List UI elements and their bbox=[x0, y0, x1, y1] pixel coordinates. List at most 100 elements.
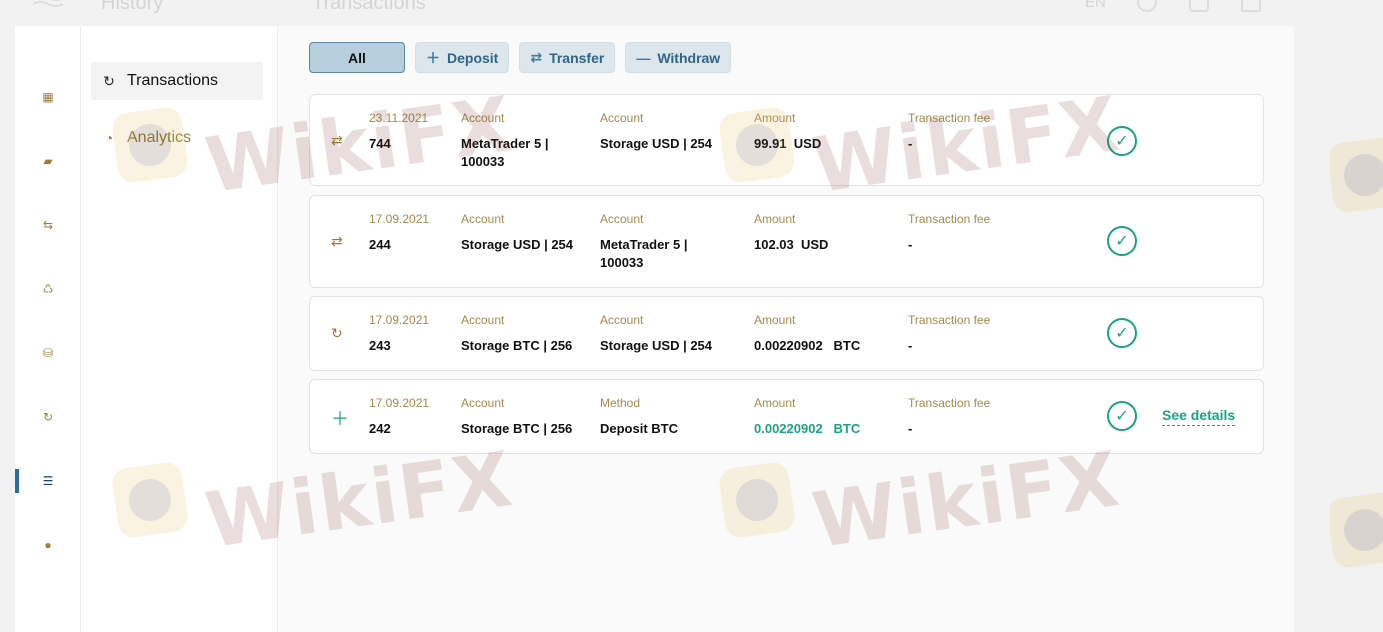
filter-label: Transfer bbox=[549, 49, 605, 66]
recycle-icon: ♺ bbox=[42, 282, 54, 296]
transaction-id: 242 bbox=[369, 421, 391, 436]
transaction-card[interactable]: ⇄ 23.11.2021 744 Account MetaTrader 5 | … bbox=[309, 94, 1264, 186]
dashboard-icon: ▦ bbox=[42, 90, 54, 104]
fee-value: - bbox=[908, 421, 913, 436]
status-success-icon: ✓ bbox=[1107, 401, 1137, 431]
filter-bar: All ＋ Deposit ⇄ Transfer — Withdraw bbox=[309, 42, 732, 73]
to-label: Account bbox=[600, 313, 644, 327]
amount-currency: BTC bbox=[833, 338, 861, 353]
bell-icon[interactable] bbox=[1189, 0, 1209, 12]
method-column: Method Deposit BTC bbox=[600, 396, 740, 438]
exchange-icon: ↻ bbox=[331, 325, 343, 341]
transfer-icon: ⇄ bbox=[530, 49, 543, 65]
filter-all-button[interactable]: All bbox=[309, 42, 405, 73]
filter-label: Deposit bbox=[447, 49, 499, 66]
amount-column: Amount 0.00220902 BTC bbox=[754, 313, 904, 355]
plus-icon: ＋ bbox=[331, 409, 349, 429]
logout-icon[interactable] bbox=[1241, 0, 1261, 12]
amount-value: 102.03 bbox=[754, 237, 794, 252]
transaction-date: 23.11.2021 bbox=[369, 111, 429, 125]
history-icon[interactable] bbox=[1137, 0, 1157, 12]
fee-label: Transaction fee bbox=[908, 111, 991, 125]
amount-column: Amount 99.91 USD bbox=[754, 111, 894, 153]
transaction-card[interactable]: ⇄ 17.09.2021 244 Account Storage USD | 2… bbox=[309, 195, 1264, 288]
fee-column: Transaction fee - bbox=[908, 111, 1048, 153]
transaction-id: 744 bbox=[369, 136, 391, 151]
top-header: History Transactions EN bbox=[0, 0, 1383, 26]
transfer-icon: ⇆ bbox=[42, 218, 54, 232]
transfer-icon: ⇄ bbox=[331, 233, 343, 249]
to-value: Storage USD | 254 bbox=[600, 338, 713, 353]
method-value: Deposit BTC bbox=[600, 421, 678, 436]
to-label: Account bbox=[600, 212, 644, 226]
transaction-card[interactable]: ＋ 17.09.2021 242 Account Storage BTC | 2… bbox=[309, 379, 1264, 454]
transaction-date: 17.09.2021 bbox=[369, 212, 430, 226]
rail-exchange[interactable]: ↻ bbox=[15, 405, 81, 429]
to-column: Account Storage USD | 254 bbox=[600, 313, 740, 355]
transfer-icon: ⇄ bbox=[331, 132, 343, 148]
language-selector[interactable]: EN bbox=[1085, 0, 1106, 11]
from-value: Storage USD | 254 bbox=[461, 237, 574, 252]
status-success-icon: ✓ bbox=[1107, 318, 1137, 348]
see-details-link[interactable]: See details bbox=[1162, 407, 1236, 426]
amount-label: Amount bbox=[754, 396, 796, 410]
fee-label: Transaction fee bbox=[908, 313, 991, 327]
transaction-id-column: 17.09.2021 242 bbox=[369, 396, 449, 438]
from-label: Account bbox=[461, 111, 505, 125]
from-column: Account MetaTrader 5 | 100033 bbox=[461, 111, 581, 171]
filter-transfer-button[interactable]: ⇄ Transfer bbox=[519, 42, 616, 73]
subnav-item-analytics[interactable]: ◔ Analytics bbox=[91, 119, 263, 157]
watermark-logo-icon bbox=[1330, 490, 1383, 570]
amount-label: Amount bbox=[754, 212, 796, 226]
transaction-id-column: 23.11.2021 744 bbox=[369, 111, 449, 153]
fee-column: Transaction fee - bbox=[908, 212, 1048, 254]
list-icon: ☰ bbox=[42, 474, 54, 488]
from-column: Account Storage BTC | 256 bbox=[461, 396, 596, 438]
rail-dashboard[interactable]: ▦ bbox=[15, 85, 81, 109]
filter-withdraw-button[interactable]: — Withdraw bbox=[625, 42, 732, 73]
rail-transfer[interactable]: ⇆ bbox=[15, 213, 81, 237]
subnav-item-transactions[interactable]: ↻ Transactions bbox=[91, 62, 263, 100]
transaction-card[interactable]: ↻ 17.09.2021 243 Account Storage BTC | 2… bbox=[309, 296, 1264, 371]
rail-history[interactable]: ☰ bbox=[15, 469, 81, 493]
transaction-id: 244 bbox=[369, 237, 391, 252]
from-value: Storage BTC | 256 bbox=[461, 338, 573, 353]
logo-icon bbox=[33, 0, 63, 7]
from-value: MetaTrader 5 | 100033 bbox=[461, 136, 549, 169]
amount-value: 0.00220902 bbox=[754, 421, 823, 436]
fee-value: - bbox=[908, 237, 913, 252]
from-column: Account Storage USD | 254 bbox=[461, 212, 586, 254]
from-column: Account Storage BTC | 256 bbox=[461, 313, 596, 355]
watermark bbox=[1330, 130, 1383, 240]
subnav-item-label: Analytics bbox=[127, 129, 192, 146]
app-panel: ▦ ▰ ⇆ ♺ ⛁ ↻ ☰ ● ↻ Transactions ◔ Analyti… bbox=[15, 26, 1294, 632]
rail-lock[interactable]: ⛁ bbox=[15, 341, 81, 365]
icon-rail: ▦ ▰ ⇆ ♺ ⛁ ↻ ☰ ● bbox=[15, 26, 81, 632]
rail-profile[interactable]: ● bbox=[15, 533, 81, 557]
rail-wallet[interactable]: ▰ bbox=[15, 149, 81, 173]
amount-currency: USD bbox=[801, 237, 829, 252]
fee-value: - bbox=[908, 136, 913, 151]
amount-currency: USD bbox=[793, 136, 822, 151]
from-label: Account bbox=[461, 396, 505, 410]
fee-column: Transaction fee - bbox=[908, 313, 1048, 355]
from-label: Account bbox=[461, 212, 505, 226]
filter-deposit-button[interactable]: ＋ Deposit bbox=[415, 42, 510, 73]
watermark-logo-icon bbox=[1330, 135, 1383, 215]
amount-value: 99.91 bbox=[754, 136, 787, 151]
refresh-icon: ↻ bbox=[103, 72, 115, 89]
watermark bbox=[1330, 485, 1383, 595]
lock-icon: ⛁ bbox=[42, 346, 54, 360]
fee-label: Transaction fee bbox=[908, 212, 991, 226]
pie-chart-icon: ◔ bbox=[104, 130, 114, 146]
subnav-item-label: Transactions bbox=[127, 72, 218, 89]
to-label: Account bbox=[600, 111, 644, 125]
sub-navigation: ↻ Transactions ◔ Analytics bbox=[81, 26, 278, 632]
section-title: Transactions bbox=[312, 0, 426, 14]
status-success-icon: ✓ bbox=[1107, 126, 1137, 156]
plus-icon: ＋ bbox=[426, 49, 440, 66]
rail-recycle[interactable]: ♺ bbox=[15, 277, 81, 301]
transaction-id-column: 17.09.2021 244 bbox=[369, 212, 449, 254]
amount-column: Amount 0.00220902 BTC bbox=[754, 396, 904, 438]
fee-value: - bbox=[908, 338, 913, 353]
